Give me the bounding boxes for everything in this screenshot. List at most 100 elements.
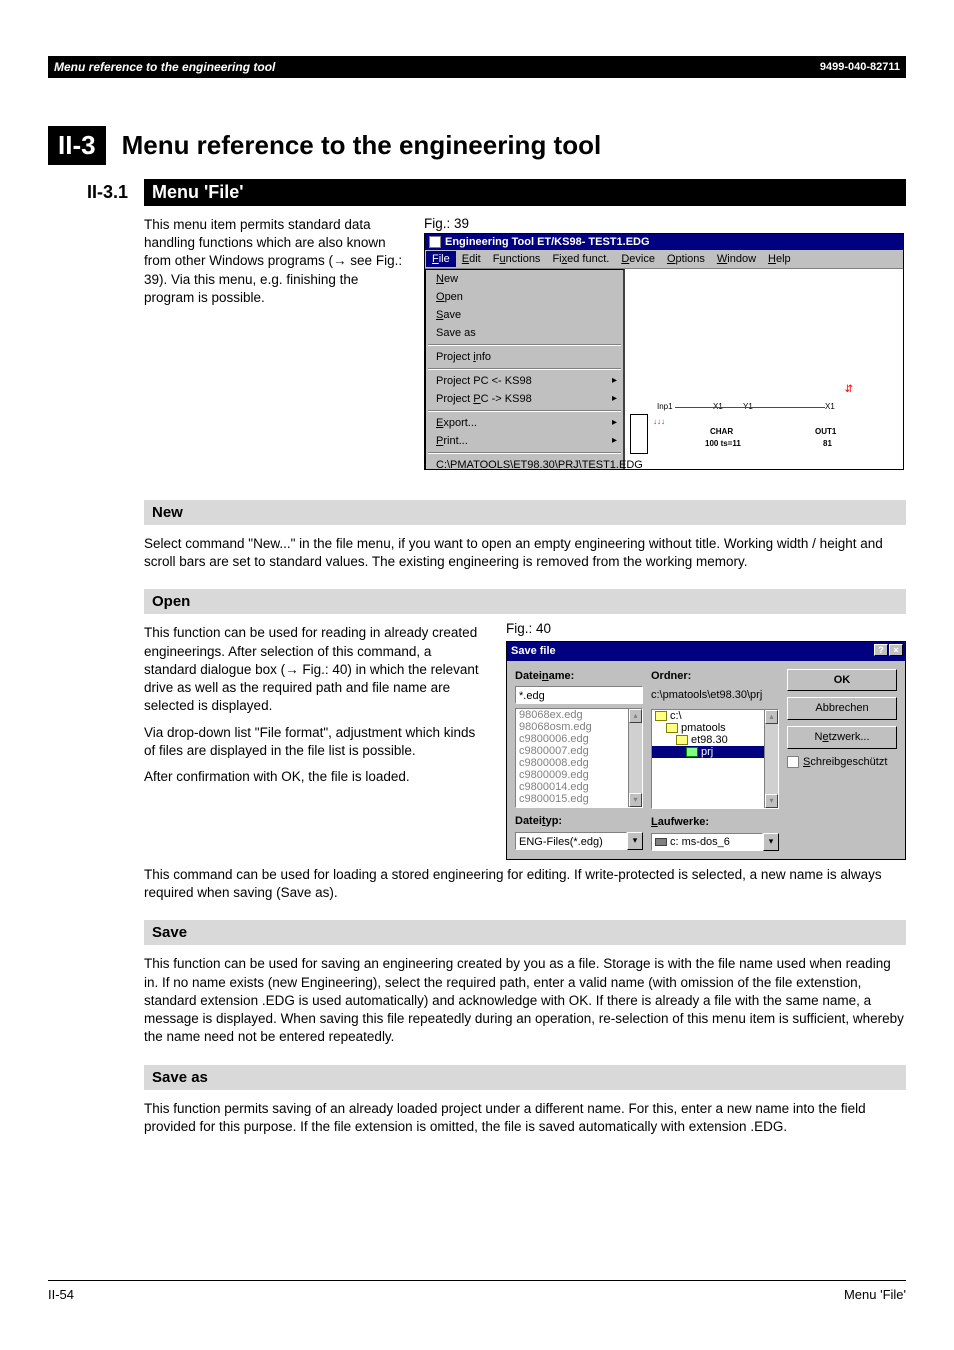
footer-title: Menu 'File'	[844, 1287, 906, 1302]
mi-export[interactable]: Export...	[426, 414, 623, 432]
fig39-caption: Fig.: 39	[424, 216, 906, 231]
section-number: II-3.1	[48, 180, 128, 205]
menu-device[interactable]: Device	[615, 251, 661, 267]
engineering-canvas[interactable]: New Open Save Save as Project info Proje…	[425, 269, 903, 469]
fig40-dialog: Save file ? × Dateiname: *.edg 98068ex.e…	[506, 641, 906, 860]
list-item[interactable]: c9800006.edg	[516, 733, 642, 745]
readonly-checkbox[interactable]: Schreibgeschützt	[787, 755, 897, 770]
block-char-sub: 100 ts=11	[705, 439, 741, 448]
page-number: II-54	[48, 1287, 74, 1302]
heading-new: New	[144, 500, 906, 525]
folder-item-selected[interactable]: prj	[652, 746, 778, 758]
app-icon	[429, 236, 441, 248]
mi-print[interactable]: Print...	[426, 432, 623, 450]
chapter-heading: II-3 Menu reference to the engineering t…	[48, 126, 906, 165]
list-item[interactable]: c9800014.edg	[516, 781, 642, 793]
cancel-button[interactable]: Abbrechen	[787, 697, 897, 720]
list-item[interactable]: 98068ex.edg	[516, 709, 642, 721]
folder-icon	[666, 723, 678, 733]
dropdown-icon[interactable]: ▾	[627, 832, 643, 850]
section-title: Menu 'File'	[144, 179, 906, 206]
folder-item[interactable]: pmatools	[652, 722, 778, 734]
list-item[interactable]: c9800009.edg	[516, 769, 642, 781]
mi-projectinfo[interactable]: Project info	[426, 348, 623, 366]
folder-item[interactable]: et98.30	[652, 734, 778, 746]
filename-input[interactable]: *.edg	[515, 686, 643, 704]
filetype-combo[interactable]: ENG-Files(*.edg) ▾	[515, 832, 643, 850]
list-item[interactable]: c9800008.edg	[516, 757, 642, 769]
label-drives: Laufwerke:	[651, 815, 779, 830]
ok-button[interactable]: OK	[787, 669, 897, 692]
list-item[interactable]: c9800007.edg	[516, 745, 642, 757]
running-header: Menu reference to the engineering tool 9…	[48, 56, 906, 78]
canvas-block-left[interactable]	[630, 414, 648, 454]
fig40-caption: Fig.: 40	[506, 620, 906, 638]
scrollbar[interactable]: ▴▾	[628, 709, 642, 807]
menu-file[interactable]: File	[426, 251, 456, 267]
body-save: This function can be used for saving an …	[144, 955, 906, 1046]
pin-inp1: Inp1	[657, 402, 673, 411]
file-listbox[interactable]: 98068ex.edg 98068osm.edg c9800006.edg c9…	[515, 708, 643, 808]
pin-red: ↓↓↓	[653, 417, 665, 426]
readonly-label: Schreibgeschützt	[803, 755, 887, 770]
open-p3: After confirmation with OK, the file is …	[144, 768, 486, 786]
menu-functions[interactable]: Functions	[487, 251, 547, 267]
block-out1-name: OUT1	[815, 427, 836, 436]
drive-value: c: ms-dos_6	[651, 833, 763, 851]
page-footer: II-54 Menu 'File'	[48, 1280, 906, 1302]
checkbox-icon	[787, 756, 799, 768]
menu-options[interactable]: Options	[661, 251, 711, 267]
menu-edit[interactable]: Edit	[456, 251, 487, 267]
label-filename: Dateiname:	[515, 669, 643, 684]
chapter-title: Menu reference to the engineering tool	[122, 130, 602, 161]
network-button[interactable]: Netzwerk...	[787, 726, 897, 749]
file-dropdown: New Open Save Save as Project info Proje…	[425, 269, 625, 469]
folder-icon	[676, 735, 688, 745]
titlebar-text: Engineering Tool ET/KS98- TEST1.EDG	[445, 236, 650, 248]
folder-listbox[interactable]: c:\ pmatools et98.30 prj ▴▾	[651, 709, 779, 809]
mi-saveas[interactable]: Save as	[426, 324, 623, 342]
heading-saveas: Save as	[144, 1065, 906, 1090]
heading-open: Open	[144, 589, 906, 614]
mi-pc-from-ks98[interactable]: Project PC <- KS98	[426, 372, 623, 390]
list-item[interactable]: c9800015.edg	[516, 793, 642, 805]
fig40-titlebar-text: Save file	[511, 644, 556, 659]
list-item[interactable]: 98068osm.edg	[516, 721, 642, 733]
drive-icon	[655, 838, 667, 846]
fig39-menubar: File Edit Functions Fixed funct. Device …	[425, 250, 903, 269]
dropdown-icon[interactable]: ▾	[763, 833, 779, 851]
drive-combo[interactable]: c: ms-dos_6 ▾	[651, 833, 779, 851]
header-left: Menu reference to the engineering tool	[54, 60, 275, 74]
folder-item[interactable]: c:\	[652, 710, 778, 722]
mi-new[interactable]: New	[426, 270, 623, 288]
menu-fixedfunct[interactable]: Fixed funct.	[546, 251, 615, 267]
mi-save[interactable]: Save	[426, 306, 623, 324]
fig39-window: Engineering Tool ET/KS98- TEST1.EDG File…	[424, 233, 904, 470]
filetype-value: ENG-Files(*.edg)	[515, 832, 627, 850]
fig39-titlebar[interactable]: Engineering Tool ET/KS98- TEST1.EDG	[425, 234, 903, 250]
header-right: 9499-040-82711	[820, 61, 900, 73]
folder-open-icon	[686, 747, 698, 757]
block-char-name: CHAR	[710, 427, 733, 436]
close-button[interactable]: ×	[889, 644, 903, 656]
menu-window[interactable]: Window	[711, 251, 762, 267]
mi-open[interactable]: Open	[426, 288, 623, 306]
section-heading-row: II-3.1 Menu 'File'	[48, 179, 906, 206]
label-folder: Ordner:	[651, 669, 779, 684]
help-button[interactable]: ?	[874, 644, 888, 656]
system-buttons: ? ×	[874, 644, 903, 656]
scrollbar[interactable]: ▴▾	[764, 710, 778, 808]
folder-icon	[655, 711, 667, 721]
fig40-titlebar[interactable]: Save file ? ×	[507, 642, 905, 661]
chapter-number: II-3	[48, 126, 106, 165]
mi-pc-to-ks98[interactable]: Project PC -> KS98	[426, 390, 623, 408]
block-out1-sub: 81	[823, 439, 832, 448]
menu-help[interactable]: Help	[762, 251, 797, 267]
open-p2: Via drop-down list "File format", adjust…	[144, 724, 486, 760]
folder-path: c:\pmatools\et98.30\prj	[651, 686, 779, 705]
body-saveas: This function permits saving of an alrea…	[144, 1100, 906, 1136]
heading-save: Save	[144, 920, 906, 945]
mi-recent-1[interactable]: C:\PMATOOLS\ET98.30\PRJ\TEST1.EDG	[426, 456, 623, 469]
label-filetype: Dateityp:	[515, 814, 643, 829]
intro-paragraph: This menu item permits standard data han…	[144, 216, 404, 470]
